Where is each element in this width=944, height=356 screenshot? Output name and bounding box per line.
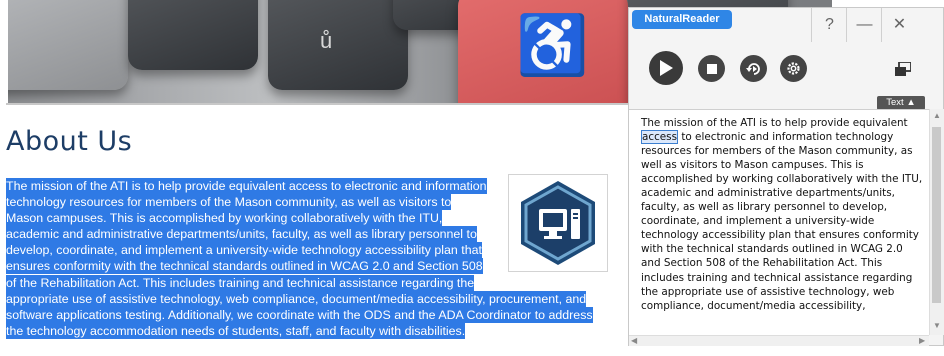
scroll-down-arrow-icon[interactable]: ▼: [933, 321, 941, 330]
stop-button[interactable]: [698, 55, 725, 82]
reader-text-line: resources for members of the Mason commu…: [641, 145, 913, 158]
reader-text-line: compliance, document/media accessibility…: [641, 299, 866, 312]
wheelchair-icon: ♿: [516, 13, 589, 78]
reader-text-line: accomplished by working collaboratively …: [641, 173, 923, 186]
window-mode-button[interactable]: [891, 57, 915, 81]
naturalreader-window[interactable]: NaturalReader ? — ✕ Text ▲ The mission o…: [628, 7, 944, 346]
body-line: academic and administrative departments/…: [6, 226, 477, 243]
stop-icon: [706, 63, 717, 74]
reader-text-line: includes training and technical assistan…: [641, 271, 913, 284]
computer-monitor-icon: [521, 181, 595, 265]
technology-badge: [508, 174, 608, 272]
reader-text-line: and Section 508 of the Rehabilitation Ac…: [641, 257, 883, 270]
reader-text-line: with the technical standards outlined in…: [641, 243, 903, 256]
reader-text-line: coordinate, and implement a university-w…: [641, 215, 875, 228]
current-word-highlight: access: [641, 130, 679, 145]
rewind-icon: [745, 62, 760, 75]
body-line: technology resources for members of the …: [6, 194, 452, 211]
app-name-tab[interactable]: NaturalReader: [632, 10, 732, 29]
reader-text-line: The mission of the ATI is to help provid…: [641, 117, 908, 129]
body-line: the technology accommodation needs of st…: [6, 322, 466, 339]
settings-button[interactable]: [780, 55, 807, 82]
reader-text-line: well as visitors to Mason campuses. This…: [641, 159, 864, 172]
window-mode-icon: [895, 62, 911, 76]
keyboard-key: [8, 0, 128, 90]
keyboard-key: [268, 0, 408, 90]
body-line: of the Rehabilitation Act. This includes…: [6, 274, 475, 291]
help-button[interactable]: ?: [811, 8, 847, 42]
body-line: software applications testing. Additiona…: [6, 306, 593, 323]
reader-text-line: faculty, as well as library personnel to…: [641, 201, 888, 214]
horizontal-scrollbar[interactable]: ◀ ▶: [629, 335, 929, 346]
reader-text-line: to electronic and information technology: [678, 131, 894, 144]
minimize-button[interactable]: —: [846, 8, 882, 42]
reader-text-line: academic and administrative departments/…: [641, 187, 895, 200]
body-line: Mason campuses. This is accomplished by …: [6, 210, 443, 227]
scroll-thumb[interactable]: [932, 127, 941, 303]
play-icon: [660, 60, 673, 76]
reader-text-line: technology accessibility plan that ensur…: [641, 229, 919, 242]
body-line: ensures conformity with the technical st…: [6, 258, 483, 275]
settings-icon: [787, 62, 800, 75]
keyboard-key: [128, 0, 258, 70]
reader-text-line: the appropriate use of assistive technol…: [641, 285, 895, 298]
close-button[interactable]: ✕: [881, 8, 917, 42]
scroll-up-arrow-icon[interactable]: ▲: [933, 111, 941, 120]
body-line: The mission of the ATI is to help provid…: [6, 178, 487, 194]
reader-text-panel[interactable]: The mission of the ATI is to help provid…: [629, 109, 929, 336]
vertical-scrollbar[interactable]: ▲ ▼: [929, 109, 944, 335]
body-line: develop, coordinate, and implement a uni…: [6, 242, 482, 259]
text-toggle-button[interactable]: Text ▲: [877, 96, 925, 110]
keyboard-key-glyph: ů: [320, 28, 333, 53]
scroll-left-arrow-icon[interactable]: ◀: [631, 336, 637, 345]
play-button[interactable]: [649, 51, 683, 85]
page-title: About Us: [6, 126, 133, 157]
rewind-button[interactable]: [740, 55, 767, 82]
body-line: appropriate use of assistive technology,…: [6, 290, 587, 307]
scroll-right-arrow-icon[interactable]: ▶: [919, 336, 925, 345]
